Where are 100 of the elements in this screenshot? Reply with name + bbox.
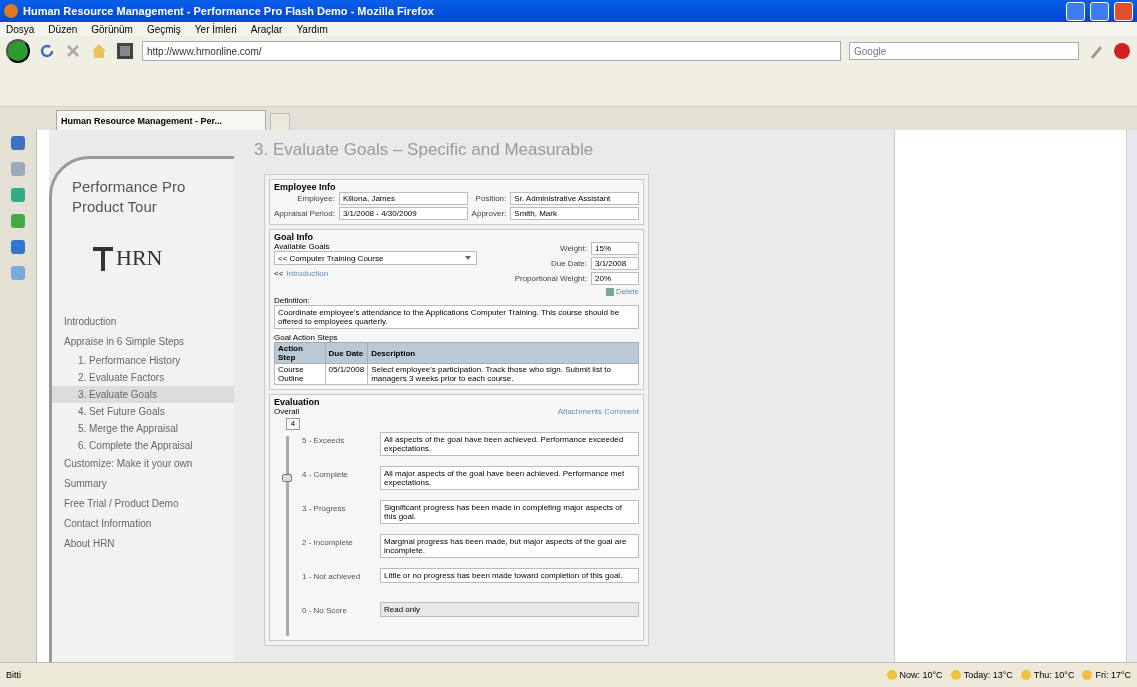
column-header: Description <box>367 342 639 364</box>
logo-icon <box>92 244 114 272</box>
goal-dropdown[interactable]: << Computer Training Course <box>274 251 477 265</box>
grid-icon[interactable] <box>116 42 134 60</box>
rating-description: All aspects of the goal have been achieved. Performance exceeded expectations. <box>380 432 639 456</box>
field-label: Employee: <box>296 194 335 203</box>
weather-icon <box>1082 669 1093 680</box>
address-field[interactable]: http://www.hrnonline.com/ <box>142 41 841 61</box>
scrollbar[interactable] <box>1126 130 1137 662</box>
section-title: Evaluation <box>274 397 321 407</box>
home-icon[interactable] <box>90 42 108 60</box>
field-label: Appraisal Period: <box>274 209 335 218</box>
new-tab-button[interactable] <box>270 113 290 130</box>
nav-item[interactable]: Free Trial / Product Demo <box>52 494 234 514</box>
sidebar-icon[interactable] <box>11 266 25 280</box>
rating-slider[interactable] <box>282 436 292 636</box>
field-value: 15% <box>591 242 639 255</box>
rating-label: 4 - Complete <box>302 469 349 479</box>
nav-item[interactable]: Customize: Make it your own <box>52 454 234 474</box>
minimize-button[interactable] <box>1066 1 1085 21</box>
delete-link[interactable]: Delete <box>615 287 639 296</box>
menu-item[interactable]: Görünüm <box>91 23 133 35</box>
nav-item[interactable]: About HRN <box>52 534 234 554</box>
rating-label: 2 - Incomplete <box>302 537 354 547</box>
field-value: 3/1/2008 <box>591 257 639 270</box>
menu-item[interactable]: Araçlar <box>250 23 283 35</box>
rating-description: Read only <box>380 602 639 617</box>
rating-description: All major aspects of the goal have been achieved. Performance met expectations. <box>380 466 639 490</box>
status-text: Bitti <box>6 669 22 680</box>
attachments-link[interactable]: Attachments Comment <box>557 407 639 416</box>
back-button[interactable] <box>6 39 30 63</box>
section-title: Employee Info <box>274 182 337 192</box>
search-field[interactable]: Google <box>849 42 1079 60</box>
field-value: Smith, Mark <box>510 207 639 220</box>
rating-description: Little or no progress has been made toward completion of this goal. <box>380 568 639 583</box>
field-label: Proportional Weight: <box>514 274 587 283</box>
field-label: Available Goals <box>274 242 331 251</box>
sidebar-icon[interactable] <box>11 162 25 176</box>
field-label: Due Date: <box>549 259 587 268</box>
nav-item[interactable]: 6. Complete the Appraisal <box>52 437 234 454</box>
weather-reading: Thu: 10°C <box>1033 669 1075 680</box>
weather-reading: Fri: 17°C <box>1095 669 1131 680</box>
field-value: 3/1/2008 - 4/30/2009 <box>338 207 468 220</box>
field-value: Kiliona, James <box>338 192 468 205</box>
rating-label: 3 - Progress <box>302 503 347 513</box>
link-prefix: << <box>274 269 284 278</box>
menu-item[interactable]: Dosya <box>6 23 35 35</box>
rating-label: 0 - No Score <box>302 605 348 615</box>
weather-icon <box>950 669 961 680</box>
slider-thumb[interactable] <box>282 474 292 483</box>
field-value: 20% <box>591 272 639 285</box>
tour-title: Performance Pro Product Tour <box>71 177 187 216</box>
nav-item[interactable]: 1. Performance History <box>52 352 234 369</box>
browser-tab[interactable]: Human Resource Management - Per... <box>56 110 266 130</box>
close-button[interactable] <box>1114 1 1133 21</box>
field-label: Position: <box>474 194 507 203</box>
nav-item[interactable]: Contact Information <box>52 514 234 534</box>
page-heading: 3. Evaluate Goals – Specific and Measurable <box>253 140 595 161</box>
menu-item[interactable]: Yardım <box>296 23 328 35</box>
nav-item[interactable]: 3. Evaluate Goals <box>52 386 234 403</box>
definition-field[interactable]: Coordinate employee's attendance to the Applications Computer Training. This course should be offered to employees quarterly. <box>274 305 639 329</box>
maximize-button[interactable] <box>1090 1 1109 21</box>
weather-icon <box>886 669 897 680</box>
introduction-link[interactable]: Introduction <box>286 269 329 278</box>
rating-description: Marginal progress has been made, but major aspects of the goal are incomplete. <box>380 534 639 558</box>
nav-item[interactable]: 2. Evaluate Factors <box>52 369 234 386</box>
weather-icon <box>1020 669 1031 680</box>
field-label: Approver: <box>471 209 507 218</box>
field-label: Overall <box>274 407 300 416</box>
weather-reading: Now: 10°C <box>899 669 943 680</box>
reload-icon[interactable] <box>38 42 56 60</box>
logo-text: HRN <box>116 245 163 271</box>
sidebar-icon[interactable] <box>11 240 25 254</box>
sidebar-icon[interactable] <box>11 214 25 228</box>
field-value: Sr. Administrative Assistant <box>510 192 639 205</box>
rating-label: 1 - Not achieved <box>302 571 362 581</box>
field-label: Definition: <box>274 296 311 305</box>
menu-item[interactable]: Geçmiş <box>146 23 181 35</box>
menu-item[interactable]: Düzen <box>48 23 78 35</box>
delete-icon[interactable] <box>605 287 614 296</box>
table-cell: Select employee's participation. Track those who sign. Submit list to managers 3 weeks prior to each course. <box>367 363 639 385</box>
rating-label: 5 - Exceeds <box>302 435 346 445</box>
field-label: Goal Action Steps <box>274 333 339 342</box>
field-label: Weight: <box>559 244 587 253</box>
nav-item[interactable]: 4. Set Future Goals <box>52 403 234 420</box>
weather-reading: Today: 13°C <box>963 669 1013 680</box>
stop-sign-icon[interactable] <box>1113 42 1131 60</box>
rating-description: Significant progress has been made in completing major aspects of this goal. <box>380 500 639 524</box>
nav-item[interactable]: Summary <box>52 474 234 494</box>
menu-item[interactable]: Yer İmleri <box>194 23 237 35</box>
sidebar-icon[interactable] <box>11 188 25 202</box>
sidebar-icon[interactable] <box>11 136 25 150</box>
overall-field[interactable]: 4 <box>286 418 300 430</box>
nav-item[interactable]: Introduction <box>52 312 234 332</box>
column-header: Due Date <box>325 342 368 364</box>
section-title: Goal Info <box>274 232 314 242</box>
nav-item[interactable]: Appraise in 6 Simple Steps <box>52 332 234 352</box>
column-header: Action Step <box>274 342 326 364</box>
nav-item[interactable]: 5. Merge the Appraisal <box>52 420 234 437</box>
table-cell: Course Outline <box>274 363 326 385</box>
